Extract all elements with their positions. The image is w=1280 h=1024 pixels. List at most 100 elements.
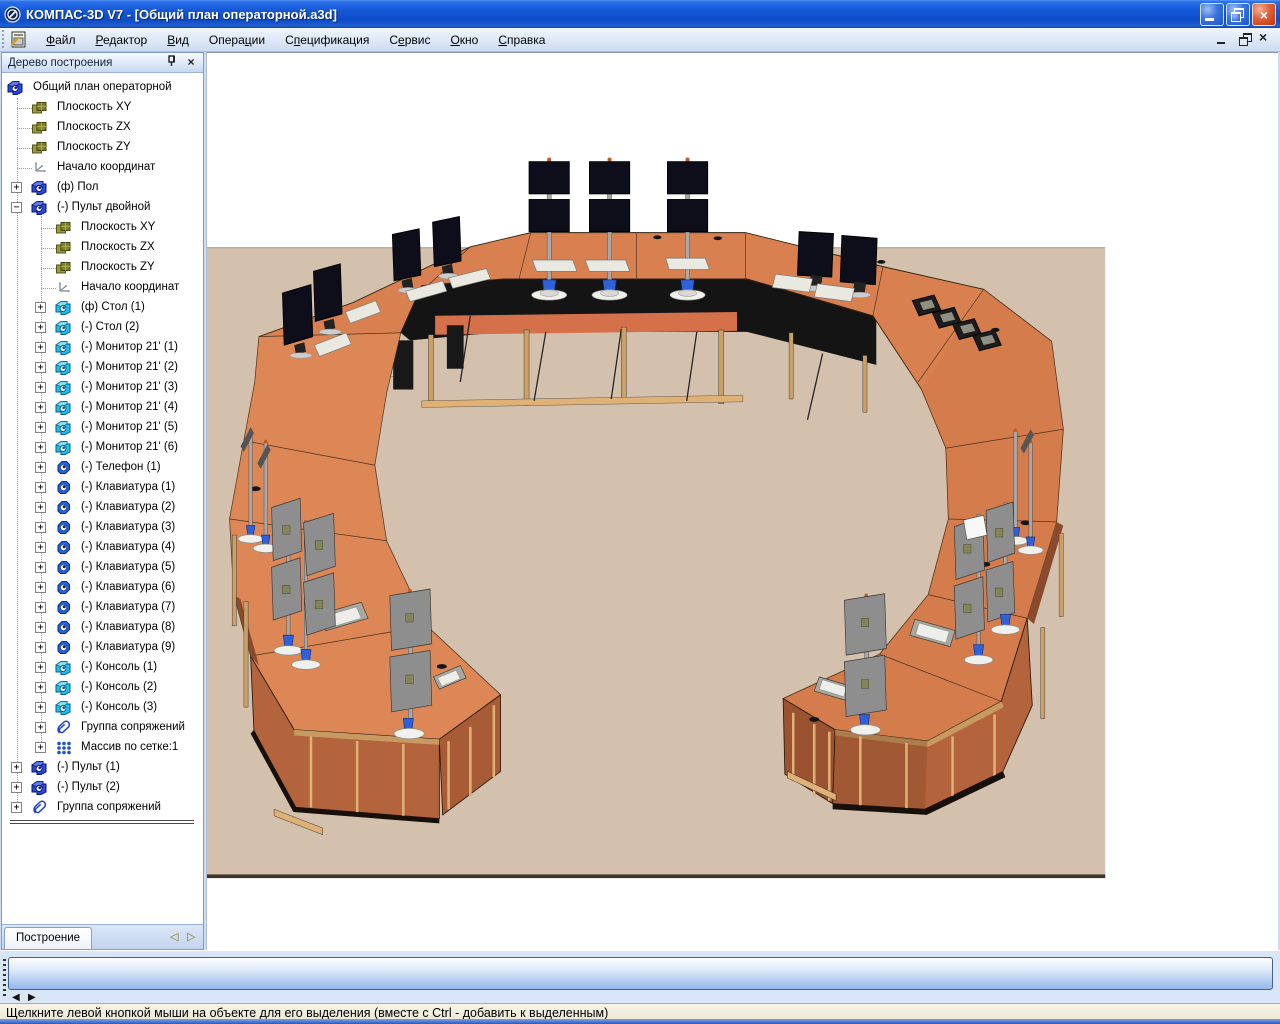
tree-item[interactable]: + (-) Клавиатура (9): [2, 638, 203, 658]
expander-plus-icon[interactable]: +: [35, 562, 46, 573]
tree-item[interactable]: +(-) Клавиатура (4): [2, 538, 203, 558]
expander-plus-icon[interactable]: +: [11, 802, 22, 813]
expander-plus-icon[interactable]: +: [35, 462, 46, 473]
tree-item[interactable]: +Группа сопряжений: [2, 718, 203, 738]
tree-item[interactable]: +(-) Монитор 21' (6): [2, 438, 203, 458]
tab-scroll-left-icon[interactable]: ◁: [170, 930, 178, 943]
expander-plus-icon[interactable]: +: [35, 522, 46, 533]
3d-viewport[interactable]: [206, 52, 1278, 951]
tree-item[interactable]: Плоскость ZX: [2, 118, 203, 138]
expander-plus-icon[interactable]: +: [35, 342, 46, 353]
expander-plus-icon[interactable]: +: [35, 302, 46, 313]
tree-item[interactable]: +(ф) Пол: [2, 178, 203, 198]
tree-item[interactable]: +(-) Клавиатура (5): [2, 558, 203, 578]
tree-item[interactable]: +(-) Клавиатура (3): [2, 518, 203, 538]
expander-plus-icon[interactable]: +: [35, 602, 46, 613]
tree-item[interactable]: +Группа сопряжений: [2, 798, 203, 818]
tree-item[interactable]: Общий план операторной: [2, 78, 203, 98]
expander-plus-icon[interactable]: +: [35, 642, 46, 653]
tree-item[interactable]: +(-) Стол (2): [2, 318, 203, 338]
expander-plus-icon[interactable]: +: [35, 662, 46, 673]
panel-close-icon[interactable]: ×: [184, 55, 198, 69]
tree-item[interactable]: + (-) Монитор 21' (2): [2, 358, 203, 378]
expander-plus-icon[interactable]: +: [35, 442, 46, 453]
pin-icon[interactable]: [165, 55, 179, 69]
expander-plus-icon[interactable]: +: [35, 402, 46, 413]
tree-item[interactable]: +(-) Клавиатура (6): [2, 578, 203, 598]
tree-item[interactable]: +(-) Пульт (1): [2, 758, 203, 778]
expander-plus-icon[interactable]: +: [35, 422, 46, 433]
menu-item-6[interactable]: Сервис: [381, 30, 438, 50]
menu-item-4[interactable]: Операции: [201, 30, 273, 50]
tree-item[interactable]: Плоскость ZY: [2, 258, 203, 278]
document-icon[interactable]: [10, 31, 28, 49]
component-icon: [55, 460, 72, 476]
tree-item[interactable]: +(-) Клавиатура (7): [2, 598, 203, 618]
tree-item[interactable]: +(-) Пульт (2): [2, 778, 203, 798]
mdi-close-button[interactable]: ×: [1259, 32, 1274, 46]
menu-item-8[interactable]: Справка: [490, 30, 553, 50]
menu-item-7[interactable]: Окно: [442, 30, 486, 50]
expander-plus-icon[interactable]: +: [35, 722, 46, 733]
menu-item-3[interactable]: Вид: [159, 30, 197, 50]
tab-scroll-right-icon[interactable]: ▷: [187, 930, 195, 943]
expander-plus-icon[interactable]: +: [35, 362, 46, 373]
tree-item[interactable]: Плоскость XY: [2, 98, 203, 118]
expander-plus-icon[interactable]: +: [35, 582, 46, 593]
tree-item[interactable]: +(-) Монитор 21' (5): [2, 418, 203, 438]
tree-item[interactable]: +(-) Консоль (1): [2, 658, 203, 678]
tree-item[interactable]: +(-) Клавиатура (1): [2, 478, 203, 498]
expander-plus-icon[interactable]: +: [11, 182, 22, 193]
property-scroll-right-icon[interactable]: ▶: [28, 992, 36, 1003]
status-accent-strip: [0, 1019, 1280, 1024]
tree-item[interactable]: Плоскость ZX: [2, 238, 203, 258]
expander-plus-icon[interactable]: +: [35, 702, 46, 713]
part-cyan-icon: [55, 400, 72, 416]
part-cyan-icon: [55, 700, 72, 716]
mdi-minimize-button[interactable]: [1215, 32, 1230, 46]
status-bar: Щелкните левой кнопкой мыши на объекте д…: [0, 1003, 1280, 1024]
restore-icon: [1239, 37, 1248, 46]
tree-item[interactable]: +(-) Монитор 21' (3): [2, 378, 203, 398]
restore-button[interactable]: [1226, 3, 1250, 26]
tree-item[interactable]: +(-) Клавиатура (8): [2, 618, 203, 638]
expander-plus-icon[interactable]: +: [35, 682, 46, 693]
tree-item[interactable]: +(-) Клавиатура (2): [2, 498, 203, 518]
expander-plus-icon[interactable]: +: [11, 782, 22, 793]
expander-plus-icon[interactable]: +: [35, 542, 46, 553]
tree-item-label: (-) Монитор 21' (2): [81, 361, 178, 373]
expander-plus-icon[interactable]: +: [11, 762, 22, 773]
tree-item[interactable]: Плоскость ZY: [2, 138, 203, 158]
expander-plus-icon[interactable]: +: [35, 622, 46, 633]
tree-item-label: (-) Клавиатура (9): [81, 641, 175, 653]
tree-item[interactable]: +(-) Монитор 21' (4): [2, 398, 203, 418]
tree-item[interactable]: +(-) Телефон (1): [2, 458, 203, 478]
tree-item[interactable]: Плоскость XY: [2, 218, 203, 238]
tree-item[interactable]: −(-) Пульт двойной: [2, 198, 203, 218]
tree-item[interactable]: Начало координат: [2, 158, 203, 178]
toolbar-grip[interactable]: [1, 30, 6, 49]
menu-item-5[interactable]: Спецификация: [277, 30, 377, 50]
tree-item[interactable]: +Массив по сетке:1: [2, 738, 203, 758]
property-toolbar[interactable]: [8, 957, 1273, 990]
tab-build[interactable]: Построение: [4, 927, 92, 949]
minimize-button[interactable]: [1200, 3, 1224, 26]
tree-item-label: (ф) Стол (1): [81, 301, 145, 313]
expander-plus-icon[interactable]: +: [35, 482, 46, 493]
tree-item[interactable]: +(-) Монитор 21' (1): [2, 338, 203, 358]
property-bar-grip[interactable]: [3, 959, 6, 999]
tree-item[interactable]: +(-) Консоль (2): [2, 678, 203, 698]
mdi-restore-button[interactable]: [1237, 32, 1252, 46]
expander-plus-icon[interactable]: +: [35, 382, 46, 393]
expander-plus-icon[interactable]: +: [35, 322, 46, 333]
expander-minus-icon[interactable]: −: [11, 202, 22, 213]
menu-item-1[interactable]: Файл: [38, 30, 84, 50]
property-scroll-left-icon[interactable]: ◀: [12, 992, 20, 1003]
tree-item[interactable]: +(-) Консоль (3): [2, 698, 203, 718]
expander-plus-icon[interactable]: +: [35, 742, 46, 753]
close-button[interactable]: ×: [1252, 3, 1276, 26]
tree-item[interactable]: + (ф) Стол (1): [2, 298, 203, 318]
expander-plus-icon[interactable]: +: [35, 502, 46, 513]
menu-item-2[interactable]: Редактор: [88, 30, 156, 50]
tree-item[interactable]: Начало координат: [2, 278, 203, 298]
